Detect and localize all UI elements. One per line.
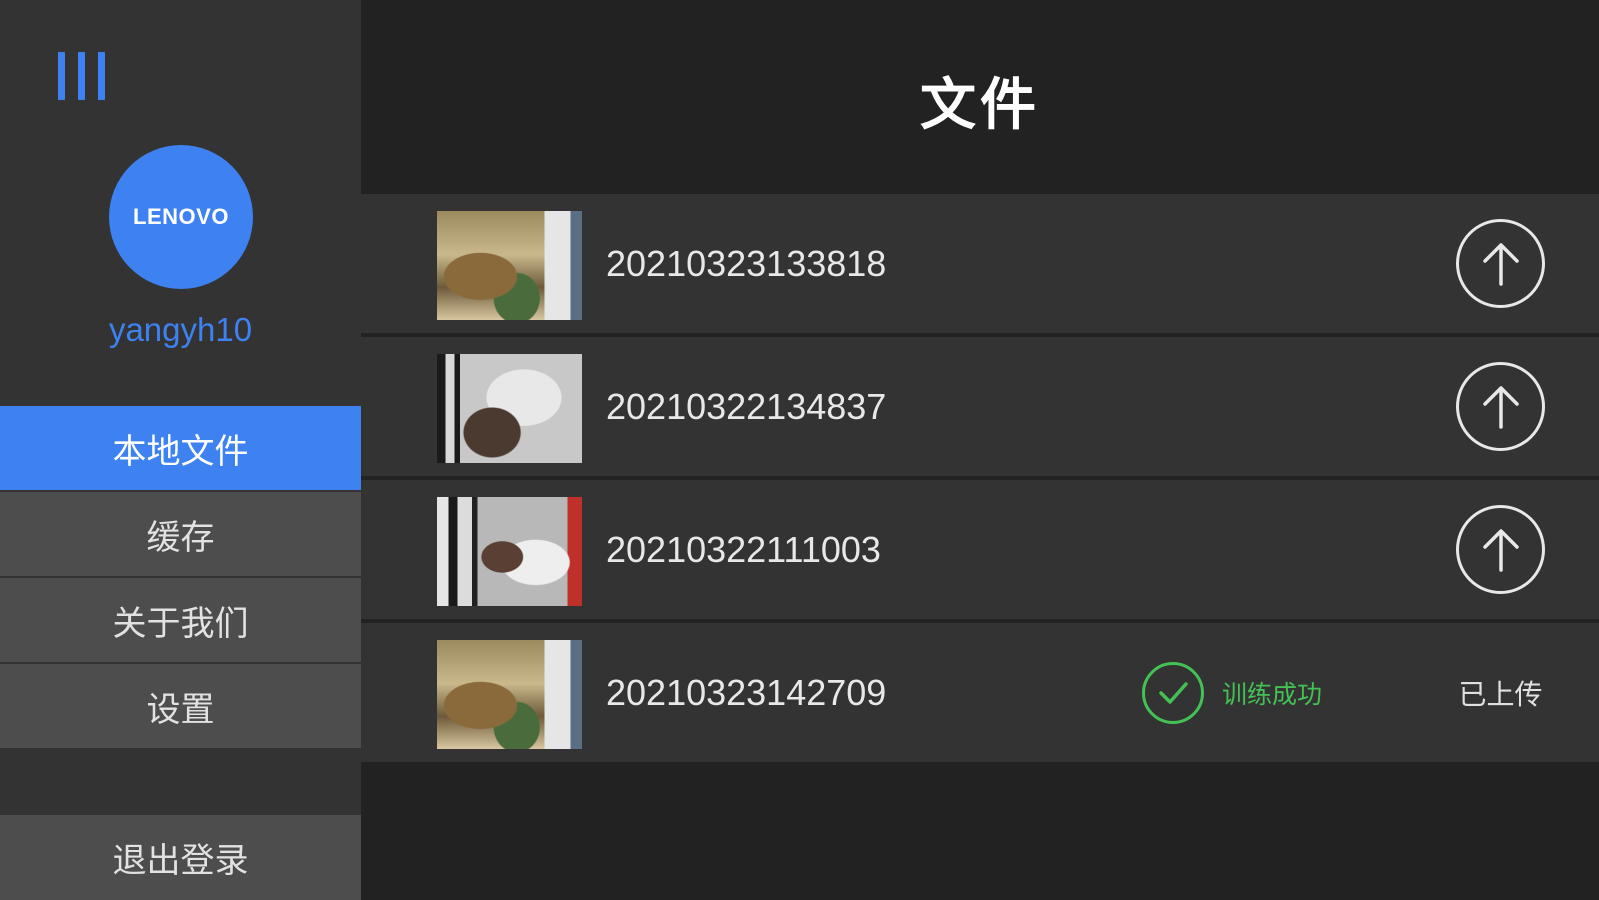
check-circle-icon [1142, 661, 1204, 724]
app: LENOVO yangyh10 本地文件 缓存 关于我们 设置 退出登录 文件 … [0, 0, 1599, 900]
file-row[interactable]: 20210323133818 [361, 194, 1599, 337]
uploaded-label: 已上传 [1458, 677, 1543, 711]
sidebar-item-label: 缓存 [146, 517, 215, 558]
file-name: 20210322134837 [606, 385, 887, 427]
sidebar-item-cache[interactable]: 缓存 [0, 492, 361, 576]
upload-arrow-icon [1482, 385, 1519, 429]
upload-button[interactable] [1456, 505, 1545, 594]
upload-arrow-icon [1482, 528, 1519, 572]
file-name: 20210323142709 [606, 671, 887, 713]
upload-arrow-icon [1482, 242, 1519, 286]
page-title: 文件 [920, 73, 1040, 138]
file-thumbnail [437, 354, 582, 463]
file-thumbnail [437, 640, 582, 749]
file-name: 20210322111003 [606, 528, 881, 570]
check-icon [1159, 681, 1188, 704]
file-name: 20210323133818 [606, 242, 887, 284]
file-list: 20210323133818 20210322134837 2021032211… [361, 194, 1599, 766]
sidebar-item-label: 设置 [146, 689, 215, 730]
menu-bar [58, 52, 65, 100]
avatar-text: LENOVO [133, 204, 229, 229]
sidebar-item-label: 关于我们 [112, 603, 249, 644]
upload-button[interactable] [1456, 362, 1545, 451]
menu-icon[interactable] [58, 52, 114, 100]
sidebar-item-about-us[interactable]: 关于我们 [0, 578, 361, 662]
username: yangyh10 [108, 311, 253, 348]
logout-label: 退出登录 [112, 841, 249, 881]
sidebar-item-label: 本地文件 [112, 431, 249, 472]
file-row[interactable]: 20210323142709 训练成功 已上传 [361, 623, 1599, 766]
main-content: 文件 20210323133818 20210322134837 2021032… [361, 0, 1599, 900]
status-text: 训练成功 [1222, 679, 1323, 709]
upload-button[interactable] [1456, 219, 1545, 308]
sidebar: LENOVO yangyh10 本地文件 缓存 关于我们 设置 退出登录 [0, 0, 361, 900]
file-thumbnail [437, 211, 582, 320]
file-row[interactable]: 20210322134837 [361, 337, 1599, 480]
training-status: 训练成功 [1142, 623, 1322, 762]
logout-button[interactable]: 退出登录 [0, 815, 361, 900]
avatar[interactable]: LENOVO [109, 145, 253, 289]
file-thumbnail [437, 497, 582, 606]
menu-bar [78, 52, 85, 100]
sidebar-item-settings[interactable]: 设置 [0, 664, 361, 748]
sidebar-item-local-files[interactable]: 本地文件 [0, 406, 361, 490]
menu-bar [98, 52, 105, 100]
file-row[interactable]: 20210322111003 [361, 480, 1599, 623]
